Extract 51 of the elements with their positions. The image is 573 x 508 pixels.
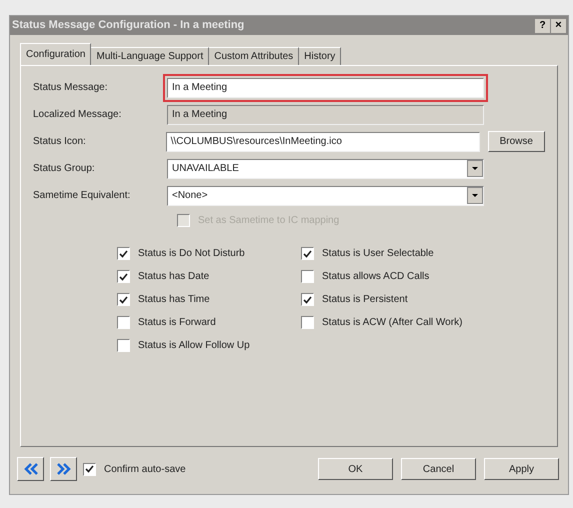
double-right-arrow-icon <box>56 463 70 475</box>
checkbox[interactable] <box>301 316 314 329</box>
tab[interactable]: History <box>299 47 342 65</box>
checkmark-icon <box>303 250 312 258</box>
checkbox[interactable] <box>117 316 130 329</box>
checkbox-label: Status has Date <box>138 270 210 284</box>
dropdown[interactable]: UNAVAILABLE <box>167 158 484 178</box>
checkmark-icon <box>119 296 128 304</box>
close-button[interactable]: × <box>551 18 566 32</box>
field-label: Sametime Equivalent: <box>33 189 132 203</box>
checkbox[interactable] <box>301 293 314 306</box>
dialog-button[interactable]: Cancel <box>401 458 476 480</box>
readonly-field: In a Meeting <box>167 104 484 124</box>
previous-button[interactable] <box>17 457 44 481</box>
checkbox[interactable] <box>117 293 130 306</box>
checkmark-icon <box>119 272 128 280</box>
input-field[interactable]: In a Meeting <box>167 78 484 98</box>
field-label: Status Message: <box>33 81 108 95</box>
field-label: Status Icon: <box>33 135 87 149</box>
help-button[interactable]: ? <box>535 18 550 32</box>
input-field[interactable]: \\COLUMBUS\resources\InMeeting.ico <box>166 132 480 152</box>
browse-button[interactable]: Browse <box>488 131 545 152</box>
checkbox[interactable] <box>301 270 314 283</box>
checkbox[interactable] <box>117 339 130 352</box>
tab[interactable]: Multi-Language Support <box>91 47 210 65</box>
checkbox-label: Status is User Selectable <box>322 247 434 261</box>
dialog-button[interactable]: OK <box>318 458 393 480</box>
dialog-button[interactable]: Apply <box>484 458 559 480</box>
checkbox-label: Status is Persistent <box>322 293 408 307</box>
tab[interactable]: Configuration <box>20 43 92 65</box>
field-label: Status Group: <box>33 162 96 176</box>
checkbox-label: Status is Allow Follow Up <box>138 339 250 353</box>
checkbox[interactable] <box>83 462 96 476</box>
dropdown[interactable]: <None> <box>167 186 484 206</box>
checkbox-label: Confirm auto-save <box>104 462 186 476</box>
checkmark-icon <box>85 465 94 473</box>
checkmark-icon <box>303 296 312 304</box>
field-label: Localized Message: <box>33 108 122 122</box>
checkbox-label: Status is Do Not Disturb <box>138 247 245 261</box>
checkbox[interactable] <box>117 270 130 283</box>
next-button[interactable] <box>50 457 77 481</box>
checkbox-label: Status allows ACD Calls <box>322 270 430 284</box>
window-title: Status Message Configuration - In a meeting <box>12 18 244 34</box>
checkbox[interactable] <box>301 247 314 260</box>
checkbox[interactable] <box>117 247 130 260</box>
tab[interactable]: Custom Attributes <box>209 47 300 65</box>
checkbox-label: Status has Time <box>138 293 210 307</box>
checkmark-icon <box>119 250 128 258</box>
checkbox-label: Status is Forward <box>138 316 216 330</box>
double-left-arrow-icon <box>24 463 38 475</box>
checkbox-label: Status is ACW (After Call Work) <box>322 316 462 330</box>
